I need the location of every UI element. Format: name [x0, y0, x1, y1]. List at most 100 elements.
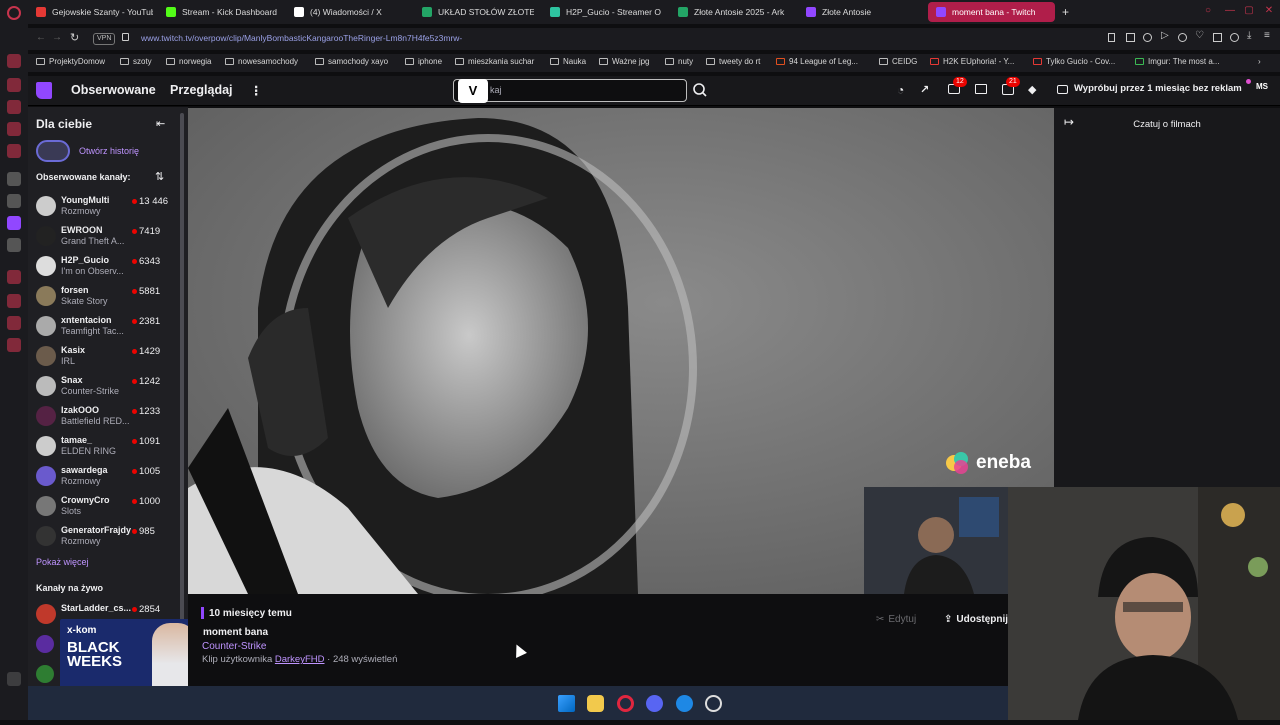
bookmark-item[interactable]: ProjektyDomow: [36, 57, 105, 66]
bookmark-item[interactable]: Imgur: The most a...: [1135, 57, 1219, 66]
followed-channel-item[interactable]: IzakOOO Battlefield RED... 1233: [36, 403, 176, 431]
browser-tab-active[interactable]: moment bana - Twitch: [928, 2, 1055, 22]
browser-tab[interactable]: (4) Wiadomości / X: [286, 2, 411, 22]
history-avatar[interactable]: [36, 140, 70, 162]
download-icon[interactable]: ⤓: [1247, 30, 1251, 41]
opera-icon[interactable]: [617, 695, 634, 712]
sidebar-extra-avatar[interactable]: [36, 635, 54, 653]
user-avatar[interactable]: MS: [1256, 82, 1274, 100]
menu-icon[interactable]: ≡: [1264, 30, 1270, 41]
more-icon[interactable]: [7, 672, 21, 686]
browser-tab[interactable]: Gejowskie Szanty - YouTube: [28, 2, 153, 22]
no-ads-icon[interactable]: [1057, 85, 1068, 94]
sidebar-extra-avatar[interactable]: [36, 665, 54, 683]
sort-icon[interactable]: ⇅: [155, 170, 164, 183]
clock-icon[interactable]: [7, 294, 21, 308]
share-clip-button[interactable]: ⇪ Udostępnij: [937, 609, 1009, 629]
followed-channel-item[interactable]: GeneratorFrajdy Rozmowy 985: [36, 523, 176, 551]
sidebar-scrollbar[interactable]: [180, 113, 184, 673]
heart-icon[interactable]: ♡: [1195, 30, 1204, 41]
bookmark-item[interactable]: Ważne jpg: [599, 57, 650, 66]
turbo-promo-button[interactable]: Wypróbuj przez 1 miesiąc bez reklam: [1074, 83, 1242, 94]
bookmark-item[interactable]: tweety do rt: [706, 57, 760, 66]
followed-channel-item[interactable]: EWROON Grand Theft A... 7419: [36, 223, 176, 251]
bits-icon[interactable]: ◆: [1028, 83, 1036, 96]
vpn-shield-icon[interactable]: [1143, 33, 1152, 42]
browser-tab[interactable]: Stream - Kick Dashboard: [158, 2, 283, 22]
pinboard-icon[interactable]: [7, 144, 21, 158]
clip-author-link[interactable]: DarkeyFHD: [275, 654, 325, 665]
play-icon[interactable]: ▷: [1161, 30, 1169, 41]
reload-icon[interactable]: ↻: [70, 31, 79, 44]
new-tab-button[interactable]: +: [1058, 2, 1076, 22]
package-icon[interactable]: [7, 316, 21, 330]
bookmark-icon[interactable]: [1108, 33, 1115, 42]
opera-logo-icon[interactable]: [7, 6, 21, 20]
bookmark-item[interactable]: iphone: [405, 57, 442, 66]
bookmarks-overflow-icon[interactable]: ›: [1258, 57, 1261, 66]
bookmark-item[interactable]: H2K EUphoria! - Y...: [930, 57, 1014, 66]
show-more-link[interactable]: Pokaż więcej: [36, 557, 89, 567]
twitch-icon[interactable]: [7, 216, 21, 230]
search-input[interactable]: V kaj: [453, 79, 687, 103]
edit-clip-button[interactable]: ✂ Edytuj: [869, 609, 929, 629]
wallet-icon[interactable]: [1178, 33, 1187, 42]
browser-tab[interactable]: Złote Antosie 2025 - Ark: [670, 2, 792, 22]
bookmark-item[interactable]: norwegia: [166, 57, 211, 66]
twitch-logo-icon[interactable]: [36, 82, 52, 99]
bag-icon[interactable]: [7, 100, 21, 114]
app-icon[interactable]: [705, 695, 722, 712]
history-icon[interactable]: [7, 78, 21, 92]
bookmark-item[interactable]: nuty: [665, 57, 693, 66]
bookmark-item[interactable]: samochody xayo: [315, 57, 388, 66]
followed-channel-item[interactable]: H2P_Gucio I'm on Observ... 6343: [36, 253, 176, 281]
url-field[interactable]: www.twitch.tv/overpow/clip/ManlyBombasti…: [141, 33, 462, 43]
collapse-sidebar-icon[interactable]: ⇤: [156, 117, 165, 130]
browser-tab[interactable]: UKŁAD STOŁÓW ZŁOTE: [414, 2, 534, 22]
followed-channel-item[interactable]: Kasix IRL 1429: [36, 343, 176, 371]
discord-icon[interactable]: [646, 695, 663, 712]
nav-following[interactable]: Obserwowane: [71, 83, 156, 97]
whispers-icon[interactable]: [975, 84, 987, 94]
maximize-icon[interactable]: ▢: [1244, 6, 1254, 16]
file-explorer-icon[interactable]: [587, 695, 604, 712]
bookmark-item[interactable]: Tylko Gucio - Cov...: [1033, 57, 1115, 66]
settings-icon[interactable]: [7, 338, 21, 352]
chatgpt-icon[interactable]: [7, 194, 21, 208]
snapshot-icon[interactable]: [1126, 33, 1135, 42]
close-icon[interactable]: ✕: [1264, 6, 1274, 16]
followed-channel-item[interactable]: CrownyCro Slots 1000: [36, 493, 176, 521]
open-history-link[interactable]: Otwórz historię: [79, 146, 139, 156]
advertisement[interactable]: x-kom BLACK WEEKS: [60, 619, 202, 691]
extension-icon[interactable]: ↗: [920, 83, 929, 96]
aria-icon[interactable]: [7, 172, 21, 186]
bookmark-item[interactable]: CEIDG: [879, 57, 917, 66]
followed-channel-item[interactable]: xntentacion Teamfight Tac... 2381: [36, 313, 176, 341]
prime-icon[interactable]: ◔: [897, 83, 904, 97]
bookmark-item[interactable]: mieszkania suchar: [455, 57, 534, 66]
vpn-badge[interactable]: VPN: [93, 33, 116, 45]
minimize-icon[interactable]: —: [1225, 6, 1235, 16]
back-icon[interactable]: ←: [36, 32, 46, 43]
player-icon[interactable]: [7, 270, 21, 284]
extensions-icon[interactable]: [1213, 33, 1222, 42]
followed-channel-item[interactable]: forsen Skate Story 5881: [36, 283, 176, 311]
search-tabs-icon[interactable]: ○: [1203, 6, 1213, 16]
followed-channel-item[interactable]: sawardega Rozmowy 1005: [36, 463, 176, 491]
messenger-icon[interactable]: [676, 695, 693, 712]
x-icon[interactable]: [7, 238, 21, 252]
bookmark-item[interactable]: Nauka: [550, 57, 586, 66]
share-icon[interactable]: [1230, 33, 1239, 42]
search-icon[interactable]: [690, 80, 710, 101]
followed-channel-item[interactable]: tamae_ ELDEN RING 1091: [36, 433, 176, 461]
forward-icon[interactable]: →: [52, 32, 62, 43]
followed-channel-item[interactable]: YoungMulti Rozmowy 13 446: [36, 193, 176, 221]
bookmark-item[interactable]: szoty: [120, 57, 152, 66]
windows-start-icon[interactable]: [558, 695, 575, 712]
bookmark-item[interactable]: nowesamochody: [225, 57, 298, 66]
messenger-icon[interactable]: [7, 54, 21, 68]
nav-more-icon[interactable]: ⋮: [250, 83, 263, 98]
browser-tab[interactable]: Złote Antosie: [798, 2, 918, 22]
nav-browse[interactable]: Przeglądaj: [170, 83, 233, 97]
clip-game-link[interactable]: Counter-Strike: [202, 641, 266, 652]
